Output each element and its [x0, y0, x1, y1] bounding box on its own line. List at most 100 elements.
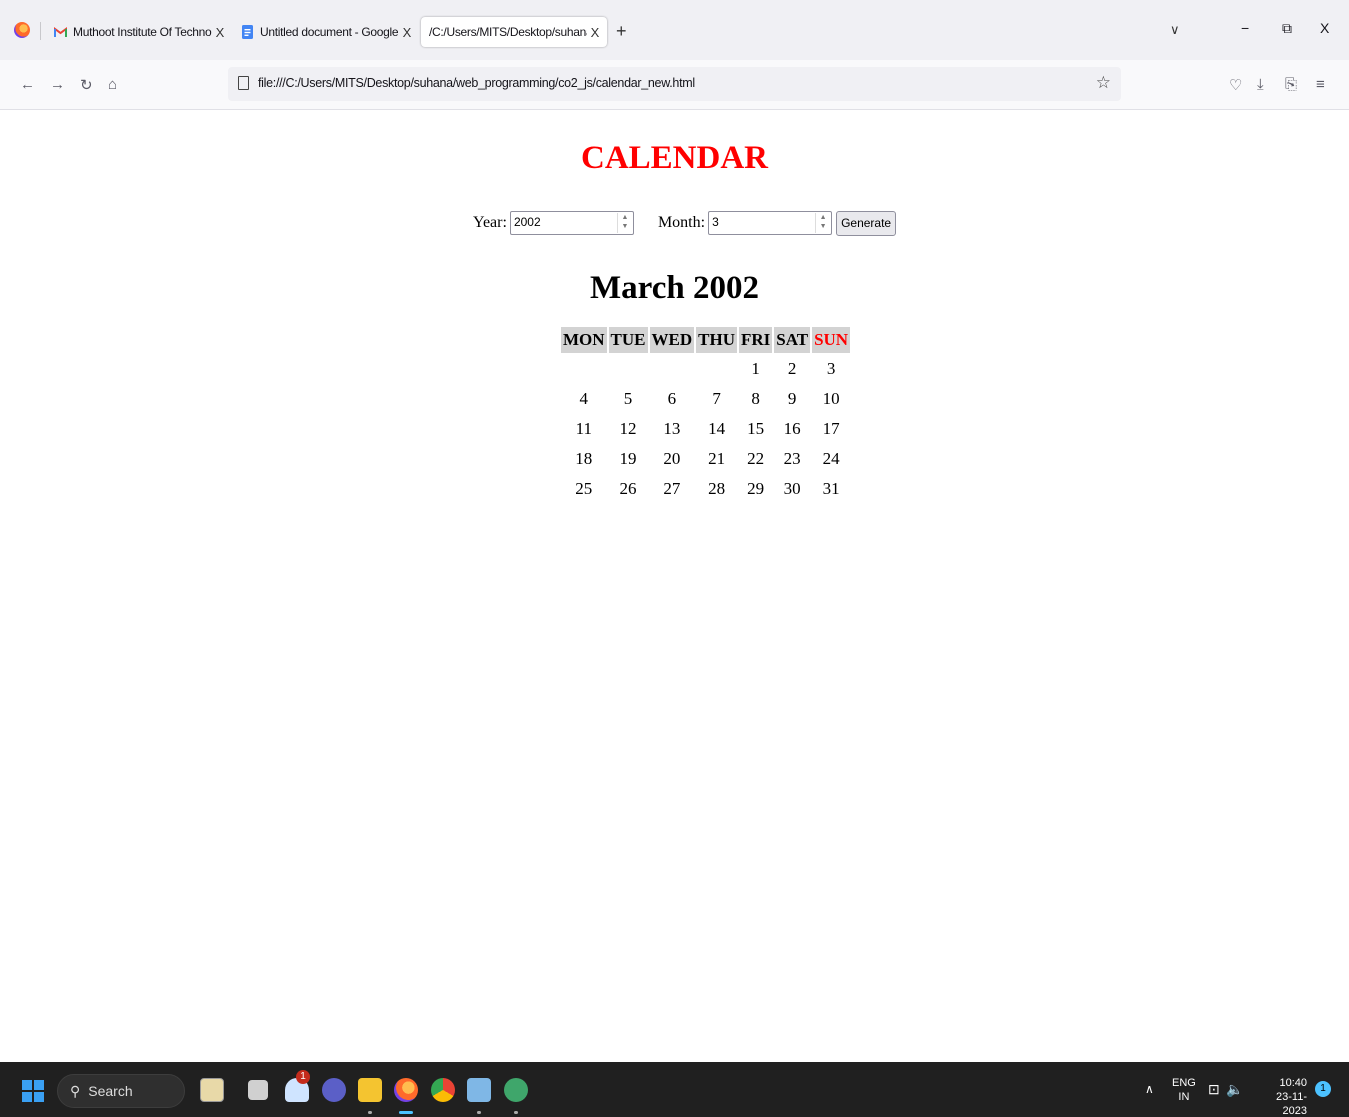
region-code: IN [1178, 1091, 1190, 1103]
weekday-header: SAT [774, 327, 811, 353]
volume-icon[interactable]: 🔈 [1226, 1081, 1243, 1098]
month-title: March 2002 [590, 270, 759, 306]
day-cell: 22 [747, 449, 765, 468]
url-text[interactable]: file:///C:/Users/MITS/Desktop/suhana/web… [258, 76, 695, 90]
active-indicator [399, 1111, 413, 1114]
week-row: 18 19 20 21 22 23 24 [561, 445, 850, 473]
search-label: Search [88, 1083, 133, 1099]
week-row: 4 5 6 7 8 9 10 [561, 385, 850, 413]
windows-start-icon[interactable] [22, 1080, 44, 1102]
day-cell: 21 [708, 449, 726, 468]
month-value: 3 [712, 215, 719, 229]
day-cell: 2 [787, 359, 797, 378]
docs-icon [241, 25, 254, 39]
page-content: CALENDAR Year: 2002 ▲ ▼ Month: 3 ▲ ▼ Gener… [0, 110, 1349, 1060]
language-indicator[interactable]: ENG IN [1172, 1076, 1196, 1104]
tab-google-docs[interactable]: Untitled document - Google Do X [241, 17, 411, 47]
generate-button[interactable]: Generate [836, 210, 897, 236]
app-icon[interactable] [504, 1078, 528, 1102]
day-cell: 7 [712, 389, 721, 408]
teams-icon[interactable] [322, 1078, 346, 1102]
downloads-icon[interactable]: ⤓ [1257, 76, 1264, 93]
navigation-bar: ← → ↻ ⌂ file:///C:/Users/MITS/Desktop/su… [0, 60, 1349, 110]
gmail-icon [54, 26, 67, 39]
bookmark-star-icon[interactable]: ☆ [1096, 73, 1111, 93]
page-heading: CALENDAR [580, 140, 768, 176]
address-bar[interactable]: file:///C:/Users/MITS/Desktop/suhana/web… [228, 67, 1121, 101]
firefox-view-icon[interactable] [14, 22, 30, 38]
day-cell [650, 355, 695, 383]
day-cell: 6 [667, 389, 677, 408]
app-icon[interactable] [467, 1078, 491, 1102]
weekday-header: THU [696, 327, 737, 353]
new-tab-button[interactable]: + [616, 21, 627, 42]
search-icon: ⚲ [70, 1082, 81, 1099]
day-cell: 17 [822, 419, 840, 438]
tab-separator [40, 22, 41, 40]
firefox-icon[interactable] [394, 1078, 418, 1102]
back-arrow-icon[interactable]: ← [20, 76, 35, 93]
day-cell: 24 [822, 449, 840, 468]
day-cell: 18 [575, 449, 593, 468]
show-hidden-icons-chevron-icon[interactable]: ∧ [1145, 1082, 1154, 1096]
day-cell: 20 [663, 449, 681, 468]
day-cell [696, 355, 737, 383]
tab-close-button[interactable]: X [591, 25, 600, 40]
forward-arrow-icon[interactable]: → [50, 76, 65, 93]
taskbar-search[interactable]: ⚲ Search [57, 1074, 185, 1108]
day-cell: 29 [747, 479, 765, 498]
file-explorer-icon[interactable] [358, 1078, 382, 1102]
chrome-icon[interactable] [431, 1078, 455, 1102]
notification-badge[interactable]: 1 [1315, 1081, 1331, 1097]
month-spinner[interactable]: ▲ ▼ [815, 213, 830, 233]
weekday-header: WED [649, 327, 695, 353]
chat-badge: 1 [296, 1070, 310, 1084]
day-cell: 27 [663, 479, 681, 498]
calendar-table: MON TUE WED THU FRI SAT SUN 1 2 3 4 5 6 … [559, 325, 852, 505]
day-cell: 13 [663, 419, 681, 438]
close-window-button[interactable]: X [1320, 20, 1329, 36]
year-input[interactable]: 2002 ▲ ▼ [509, 211, 634, 235]
day-cell: 23 [783, 449, 801, 468]
app-menu-icon[interactable]: ≡ [1316, 76, 1325, 93]
reload-icon[interactable]: ↻ [80, 76, 93, 94]
tab-title: Muthoot Institute Of Technolog [73, 25, 212, 39]
tab-calendar-active[interactable]: /C:/Users/MITS/Desktop/suhana/we X [421, 17, 607, 47]
network-icon[interactable]: ⊡ [1208, 1081, 1220, 1098]
tab-title: Untitled document - Google Do [260, 25, 399, 39]
widgets-icon[interactable] [200, 1078, 224, 1102]
day-cell: 12 [619, 419, 637, 438]
tab-close-button[interactable]: X [216, 25, 224, 40]
weekday-header: FRI [738, 327, 773, 353]
tab-title: /C:/Users/MITS/Desktop/suhana/we [429, 25, 587, 39]
tab-bar: Muthoot Institute Of Technolog X Untitle… [0, 0, 1349, 60]
day-cell: 25 [575, 479, 593, 498]
weekday-header: MON [561, 327, 607, 353]
month-input[interactable]: 3 ▲ ▼ [708, 211, 833, 235]
day-cell: 26 [619, 479, 637, 498]
pocket-icon[interactable]: ♡ [1229, 76, 1242, 94]
day-cell: 9 [787, 389, 797, 408]
tab-close-button[interactable]: X [403, 25, 411, 40]
extensions-icon[interactable]: ⎘ [1285, 76, 1297, 93]
language-code: ENG [1172, 1077, 1196, 1089]
task-view-icon[interactable] [248, 1080, 268, 1100]
tab-gmail[interactable]: Muthoot Institute Of Technolog X [54, 17, 224, 47]
week-row: 25 26 27 28 29 30 31 [561, 475, 850, 503]
year-spinner[interactable]: ▲ ▼ [616, 213, 632, 233]
week-row: 1 2 3 [561, 355, 850, 383]
clock[interactable]: 10:40 23-11-2023 [1255, 1076, 1307, 1117]
day-cell: 5 [623, 389, 633, 408]
weekday-header-sunday: SUN [812, 327, 851, 353]
restore-button[interactable]: ⧉ [1282, 20, 1292, 37]
day-cell [609, 355, 648, 383]
time-text: 10:40 [1279, 1077, 1307, 1089]
day-cell: 11 [575, 419, 592, 438]
home-icon[interactable]: ⌂ [108, 76, 117, 93]
day-cell: 19 [619, 449, 637, 468]
day-cell: 14 [708, 419, 726, 438]
running-indicator [368, 1111, 372, 1114]
minimize-button[interactable]: − [1241, 20, 1249, 36]
list-all-tabs-button[interactable]: ∨ [1170, 22, 1180, 38]
day-cell: 10 [822, 389, 840, 408]
